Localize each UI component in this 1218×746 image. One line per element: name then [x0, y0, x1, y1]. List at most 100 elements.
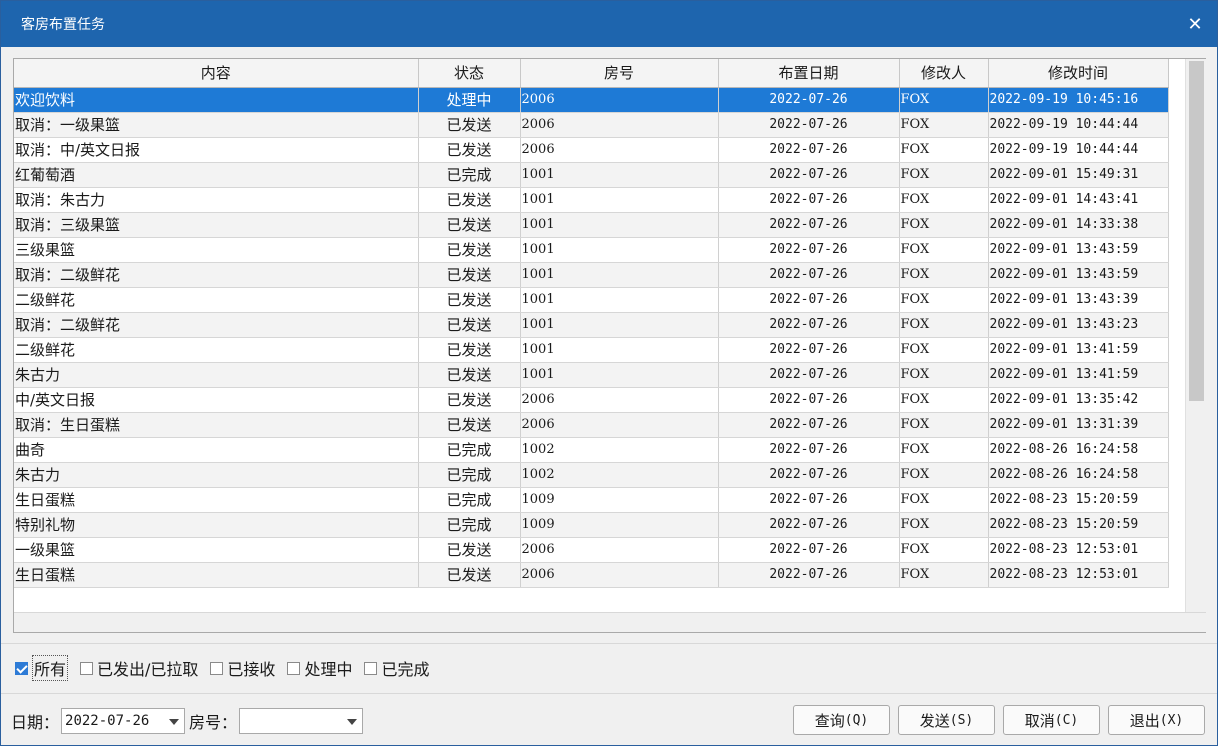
- chevron-down-icon[interactable]: [169, 719, 180, 725]
- date-picker[interactable]: 2022-07-26: [61, 708, 186, 734]
- cell-modifier: FOX: [899, 412, 989, 438]
- table-row[interactable]: 欢迎饮料 处理中 2006 2022-07-26 FOX 2022-09-19 10:45…: [14, 87, 1169, 113]
- cell-status: 已发送: [418, 412, 521, 438]
- cell-content: 朱古力: [14, 462, 419, 488]
- table-row[interactable]: 三级果篮 已发送 1001 2022-07-26 FOX 2022-09-01 13:43…: [14, 237, 1169, 263]
- filter-all-checkbox[interactable]: [15, 661, 28, 675]
- query-button-label: 查询: [814, 711, 845, 730]
- column-header-content[interactable]: 内容: [14, 59, 419, 88]
- task-table: 内容 状态 房号 布置日期 修改人 修改时间 欢迎饮料 处理中 2006 2022-0…: [14, 59, 1169, 588]
- cell-content: 曲奇: [14, 437, 419, 463]
- cell-date: 2022-07-26: [718, 137, 900, 163]
- cell-room: 1001: [520, 262, 719, 288]
- cancel-button-label: 取消: [1024, 711, 1055, 730]
- cell-status: 已发送: [418, 237, 521, 263]
- cell-modified-time: 2022-09-01 13:41:59: [988, 337, 1169, 363]
- filter-processing-checkbox[interactable]: [287, 661, 301, 675]
- vertical-scrollbar[interactable]: [1185, 59, 1206, 612]
- filter-sent-pulled[interactable]: 已发出/已拉取: [80, 656, 198, 680]
- cell-room: 2006: [520, 562, 719, 588]
- filter-completed[interactable]: 已完成: [364, 656, 429, 680]
- exit-button[interactable]: 退出 (X): [1108, 705, 1205, 735]
- horizontal-scrollbar[interactable]: [14, 612, 1206, 632]
- cell-modified-time: 2022-08-23 15:20:59: [988, 512, 1169, 538]
- table-row[interactable]: 生日蛋糕 已完成 1009 2022-07-26 FOX 2022-08-23 15:20…: [14, 487, 1169, 513]
- table-row[interactable]: 取消：二级鲜花 已发送 1001 2022-07-26 FOX 2022-09-01 13…: [14, 262, 1169, 288]
- cell-content: 欢迎饮料: [14, 87, 419, 113]
- cell-date: 2022-07-26: [718, 112, 900, 138]
- column-header-modified-time[interactable]: 修改时间: [988, 59, 1169, 88]
- cell-modifier: FOX: [899, 287, 989, 313]
- table-row[interactable]: 曲奇 已完成 1002 2022-07-26 FOX 2022-08-26 16:24:5…: [14, 437, 1169, 463]
- cell-date: 2022-07-26: [718, 512, 900, 538]
- cell-room: 1001: [520, 187, 719, 213]
- cell-modifier: FOX: [899, 162, 989, 188]
- room-select[interactable]: [239, 708, 364, 734]
- table-row[interactable]: 二级鲜花 已发送 1001 2022-07-26 FOX 2022-09-01 13:41…: [14, 337, 1169, 363]
- cell-room: 1001: [520, 287, 719, 313]
- column-header-date[interactable]: 布置日期: [718, 59, 900, 88]
- cancel-button[interactable]: 取消 (C): [1003, 705, 1100, 735]
- filter-received-label: 已接收: [227, 660, 276, 679]
- cell-status: 已完成: [418, 162, 521, 188]
- cell-modified-time: 2022-08-26 16:24:58: [988, 437, 1169, 463]
- cell-modifier: FOX: [899, 237, 989, 263]
- column-header-status[interactable]: 状态: [418, 59, 521, 88]
- filter-sent-pulled-checkbox[interactable]: [80, 661, 94, 675]
- cell-room: 1001: [520, 212, 719, 238]
- vertical-scroll-thumb[interactable]: [1189, 61, 1204, 401]
- table-row[interactable]: 二级鲜花 已发送 1001 2022-07-26 FOX 2022-09-01 13:43…: [14, 287, 1169, 313]
- cell-modified-time: 2022-08-23 12:53:01: [988, 537, 1169, 563]
- cell-modified-time: 2022-09-01 14:33:38: [988, 212, 1169, 238]
- cell-content: 取消：一级果篮: [14, 112, 419, 138]
- divider: [1, 643, 1217, 644]
- cell-status: 已发送: [418, 212, 521, 238]
- table-row[interactable]: 取消：一级果篮 已发送 2006 2022-07-26 FOX 2022-09-19 10…: [14, 112, 1169, 138]
- cell-date: 2022-07-26: [718, 312, 900, 338]
- filter-processing-label: 处理中: [304, 660, 353, 679]
- filter-received[interactable]: 已接收: [210, 656, 275, 680]
- close-icon[interactable]: ✕: [1181, 10, 1209, 38]
- table-row[interactable]: 中/英文日报 已发送 2006 2022-07-26 FOX 2022-09-01 13:…: [14, 387, 1169, 413]
- cell-status: 已发送: [418, 287, 521, 313]
- cell-modifier: FOX: [899, 262, 989, 288]
- query-button[interactable]: 查询 (Q): [793, 705, 890, 735]
- cell-modified-time: 2022-09-19 10:44:44: [988, 112, 1169, 138]
- cell-room: 1001: [520, 237, 719, 263]
- chevron-down-icon[interactable]: [347, 719, 358, 725]
- table-row[interactable]: 朱古力 已发送 1001 2022-07-26 FOX 2022-09-01 13:41:…: [14, 362, 1169, 388]
- filter-all[interactable]: 所有: [15, 655, 69, 681]
- cell-room: 2006: [520, 412, 719, 438]
- table-row[interactable]: 特别礼物 已完成 1009 2022-07-26 FOX 2022-08-23 15:20…: [14, 512, 1169, 538]
- table-row[interactable]: 取消：生日蛋糕 已发送 2006 2022-07-26 FOX 2022-09-01 13…: [14, 412, 1169, 438]
- column-header-modifier[interactable]: 修改人: [899, 59, 989, 88]
- table-row[interactable]: 取消：朱古力 已发送 1001 2022-07-26 FOX 2022-09-01 14:…: [14, 187, 1169, 213]
- window-title: 客房布置任务: [21, 17, 105, 33]
- table-row[interactable]: 朱古力 已完成 1002 2022-07-26 FOX 2022-08-26 16:24:…: [14, 462, 1169, 488]
- cell-date: 2022-07-26: [718, 212, 900, 238]
- table-row[interactable]: 红葡萄酒 已完成 1001 2022-07-26 FOX 2022-09-01 15:49…: [14, 162, 1169, 188]
- filter-processing[interactable]: 处理中: [287, 656, 352, 680]
- table-row[interactable]: 取消：中/英文日报 已发送 2006 2022-07-26 FOX 2022-09-19 …: [14, 137, 1169, 163]
- table-row[interactable]: 生日蛋糕 已发送 2006 2022-07-26 FOX 2022-08-23 12:53…: [14, 562, 1169, 588]
- status-filters: 所有 已发出/已拉取 已接收 处理中 已完成: [15, 655, 441, 681]
- filter-completed-checkbox[interactable]: [364, 661, 378, 675]
- cell-date: 2022-07-26: [718, 487, 900, 513]
- cell-content: 三级果篮: [14, 237, 419, 263]
- cell-room: 1001: [520, 337, 719, 363]
- cell-room: 2006: [520, 87, 719, 113]
- cell-modified-time: 2022-09-01 13:43:39: [988, 287, 1169, 313]
- table-row[interactable]: 取消：二级鲜花 已发送 1001 2022-07-26 FOX 2022-09-01 13…: [14, 312, 1169, 338]
- table-row[interactable]: 一级果篮 已发送 2006 2022-07-26 FOX 2022-08-23 12:53…: [14, 537, 1169, 563]
- cell-modified-time: 2022-08-23 15:20:59: [988, 487, 1169, 513]
- cell-content: 二级鲜花: [14, 337, 419, 363]
- cell-content: 取消：生日蛋糕: [14, 412, 419, 438]
- cell-modified-time: 2022-09-01 13:43:23: [988, 312, 1169, 338]
- filter-received-checkbox[interactable]: [210, 661, 224, 675]
- query-bar: 日期： 2022-07-26 房号：: [11, 707, 364, 735]
- send-button[interactable]: 发送 (S): [898, 705, 995, 735]
- exit-button-label: 退出: [1129, 711, 1160, 730]
- column-header-room[interactable]: 房号: [520, 59, 719, 88]
- action-buttons: 查询 (Q) 发送 (S) 取消 (C) 退出 (X): [785, 705, 1205, 735]
- table-row[interactable]: 取消：三级果篮 已发送 1001 2022-07-26 FOX 2022-09-01 14…: [14, 212, 1169, 238]
